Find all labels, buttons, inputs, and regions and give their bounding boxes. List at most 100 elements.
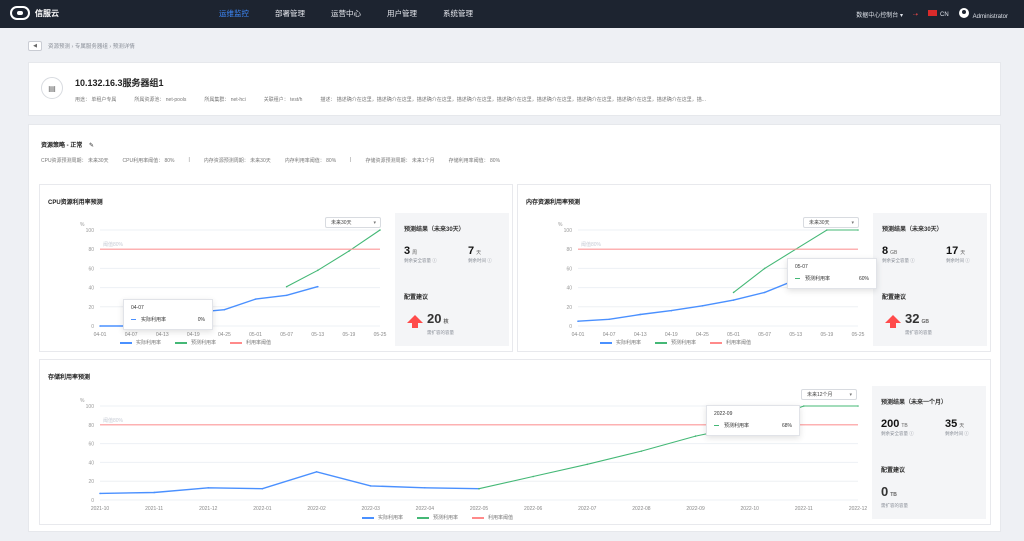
blue-line-icon bbox=[362, 516, 374, 519]
memory-safe-capacity-value: 8 bbox=[882, 245, 889, 257]
memory-tooltip-value: 60% bbox=[858, 275, 869, 282]
data-point bbox=[285, 285, 288, 288]
data-point bbox=[261, 487, 264, 490]
cpu-result-title: 预测结果（未来30天） bbox=[404, 227, 465, 233]
storage-safe-capacity-value: 200 bbox=[881, 418, 900, 430]
y-axis-unit-label: % bbox=[80, 222, 85, 228]
x-axis-tick-label: 05-13 bbox=[311, 332, 324, 338]
data-point bbox=[732, 299, 735, 301]
x-axis-tick-label: 2022-04 bbox=[416, 506, 435, 512]
threshold-label: 阈值80% bbox=[581, 241, 602, 248]
x-axis-tick-label: 05-19 bbox=[342, 332, 355, 338]
storage-advice-caption: 需扩容的容量 bbox=[881, 503, 908, 508]
red-up-arrow-icon bbox=[407, 315, 423, 328]
y-axis-tick-label: 0 bbox=[569, 324, 572, 330]
nav-users[interactable]: 用户管理 bbox=[374, 0, 430, 28]
data-point bbox=[424, 486, 426, 489]
cpu-advice-caption: 需扩容的容量 bbox=[427, 330, 454, 335]
server-meta: 用途： 单租户专属 所属资源池： net-pools 所属集群： net-hci… bbox=[75, 96, 706, 103]
storage-legend: 实际利用率 预测利用率 利用率阈值 bbox=[362, 514, 513, 521]
legend-actual: 实际利用率 bbox=[362, 514, 403, 521]
storage-safe-capacity-unit: TB bbox=[901, 423, 908, 429]
cpu-advice-unit: 核 bbox=[443, 319, 449, 325]
series-line bbox=[286, 229, 381, 288]
green-dash-icon bbox=[714, 424, 719, 427]
app-logo[interactable]: 信服云 bbox=[10, 6, 59, 20]
breadcrumb-text[interactable]: 资源预测 › 专属服务器组 › 预测详情 bbox=[48, 42, 135, 50]
legend-predicted-label: 预测利用率 bbox=[671, 340, 697, 346]
data-point bbox=[694, 435, 697, 437]
memory-result-title: 预测结果（未来30天） bbox=[882, 227, 943, 233]
cpu-remaining-time-value: 7 bbox=[468, 245, 475, 257]
cpu-advice-value: 20 核 bbox=[427, 311, 448, 326]
cpu-safe-capacity-caption: 剩余安全容量 ⓘ bbox=[404, 258, 437, 263]
x-axis-tick-label: 05-13 bbox=[789, 332, 802, 338]
flag-icon bbox=[927, 10, 937, 16]
data-point bbox=[586, 463, 589, 466]
strategy-settings: CPU资源预测周期： 未来30天 CPU利用率阈值： 80% | 内存资源预测周… bbox=[41, 157, 500, 164]
y-axis-tick-label: 40 bbox=[88, 460, 94, 466]
memory-advice-number: 32 bbox=[905, 311, 920, 326]
nav-deployment[interactable]: 部署管理 bbox=[262, 0, 318, 28]
x-axis-tick-label: 2022-09 bbox=[686, 506, 705, 512]
language-selector[interactable]: CN bbox=[927, 10, 949, 18]
cpu-tooltip-value: 0% bbox=[197, 316, 205, 323]
cpu-safe-capacity: 3 周剩余安全容量 ⓘ bbox=[404, 245, 437, 264]
memory-chart-title: 内存资源利用率预测 bbox=[526, 200, 581, 206]
series-line bbox=[577, 279, 797, 322]
storage-advice-title: 配置建议 bbox=[881, 468, 906, 474]
memory-remaining-time-value: 17 bbox=[946, 245, 959, 257]
user-menu[interactable]: Administrator bbox=[958, 8, 1008, 20]
x-axis-tick-label: 04-19 bbox=[665, 332, 678, 338]
nav-operations[interactable]: 运维监控 bbox=[206, 0, 262, 28]
green-line-icon bbox=[417, 516, 430, 519]
storage-remaining-time: 35 天剩余时间 ⓘ bbox=[945, 418, 969, 437]
y-axis-tick-label: 80 bbox=[566, 247, 572, 253]
y-axis-tick-label: 0 bbox=[91, 498, 94, 504]
cpu-threshold-setting: CPU利用率阈值： 80% bbox=[122, 158, 175, 164]
memory-legend: 实际利用率 预测利用率 利用率阈值 bbox=[600, 339, 751, 346]
x-axis-tick-label: 2021-12 bbox=[199, 506, 218, 512]
memory-tooltip-label: 预测利用率 bbox=[805, 276, 831, 282]
legend-actual-label: 实际利用率 bbox=[378, 515, 404, 521]
memory-advice-caption: 需扩容的容量 bbox=[905, 330, 932, 335]
data-point bbox=[857, 405, 859, 407]
chevron-down-icon: ▾ bbox=[899, 12, 903, 19]
storage-result-title: 预测结果（未来一个月） bbox=[881, 400, 948, 406]
cluster-meta: 所属集群： net-hci bbox=[204, 97, 246, 103]
prediction-section: 资源策略 - 正常 ✎ CPU资源预测周期： 未来30天 CPU利用率阈值： 8… bbox=[28, 124, 1001, 532]
data-point bbox=[826, 229, 828, 231]
series-line bbox=[478, 405, 858, 490]
app-name: 信服云 bbox=[35, 8, 59, 18]
edit-icon[interactable]: ✎ bbox=[89, 143, 94, 149]
x-axis-tick-label: 2021-10 bbox=[91, 506, 110, 512]
legend-actual: 实际利用率 bbox=[120, 339, 161, 346]
datacenter-selector[interactable]: 数据中心控制台 ▾ bbox=[856, 10, 903, 19]
x-axis-tick-label: 05-07 bbox=[758, 332, 771, 338]
cpu-period-setting: CPU资源预测周期： 未来30天 bbox=[41, 158, 109, 164]
server-icon: ▤ bbox=[41, 77, 63, 99]
cpu-remaining-time-unit: 天 bbox=[476, 250, 482, 256]
memory-advice-value: 32 GB bbox=[905, 311, 929, 326]
cloud-logo-icon bbox=[10, 6, 30, 20]
data-point bbox=[223, 308, 226, 311]
top-nav-bar: 信服云 运维监控 部署管理 运营中心 用户管理 系统管理 数据中心控制台 ▾ ⇢… bbox=[0, 0, 1024, 28]
legend-predicted-label: 预测利用率 bbox=[191, 340, 217, 346]
nav-operations-center[interactable]: 运营中心 bbox=[318, 0, 374, 28]
y-axis-tick-label: 100 bbox=[86, 404, 95, 410]
server-summary-card: ▤ 10.132.16.3服务器组1 用途： 单租户专属 所属资源池： net-… bbox=[28, 62, 1001, 116]
back-button[interactable]: ◀ bbox=[28, 41, 42, 51]
legend-threshold-label: 利用率阈值 bbox=[726, 340, 752, 346]
y-axis-unit-label: % bbox=[558, 222, 563, 228]
x-axis-tick-label: 04-13 bbox=[156, 332, 169, 338]
threshold-label: 阈值80% bbox=[103, 241, 124, 248]
data-point bbox=[701, 305, 704, 307]
data-point bbox=[285, 294, 288, 297]
memory-safe-capacity-unit: GB bbox=[890, 250, 898, 256]
red-line-icon bbox=[710, 341, 723, 344]
x-axis-tick-label: 2022-10 bbox=[741, 506, 760, 512]
data-point bbox=[857, 229, 859, 231]
nav-system[interactable]: 系统管理 bbox=[430, 0, 486, 28]
storage-remaining-time-caption: 剩余时间 ⓘ bbox=[945, 431, 969, 436]
legend-predicted-label: 预测利用率 bbox=[433, 515, 459, 521]
